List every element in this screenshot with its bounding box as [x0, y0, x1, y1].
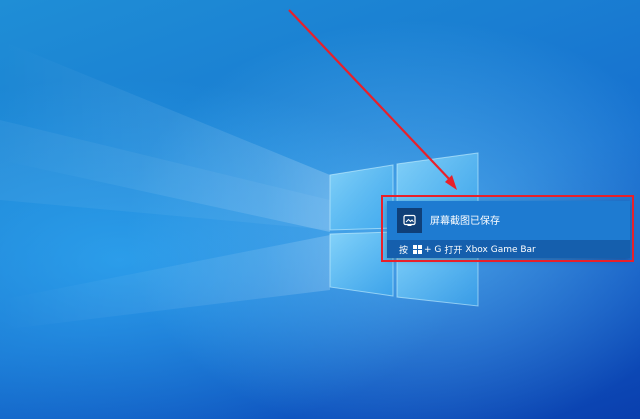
- annotation-highlight-box: [381, 195, 634, 262]
